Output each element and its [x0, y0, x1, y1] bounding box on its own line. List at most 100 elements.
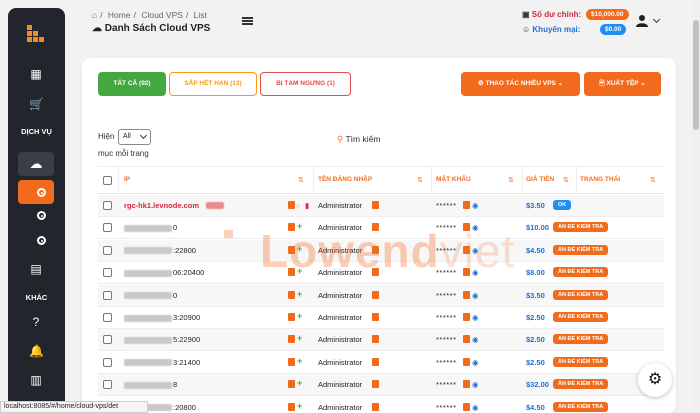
table-row[interactable]: 0 + Administrator ****** ◉ $10.00 ẨN ĐỂ …: [98, 217, 664, 240]
eye-icon[interactable]: ◉: [472, 223, 479, 232]
copy-icon[interactable]: [372, 223, 379, 232]
row-checkbox[interactable]: [103, 290, 112, 300]
select-all-checkbox[interactable]: [103, 176, 112, 185]
hide-icon[interactable]: ◌: [296, 201, 300, 210]
plus-icon[interactable]: +: [297, 289, 302, 299]
eye-icon[interactable]: ◉: [472, 291, 479, 300]
row-checkbox[interactable]: [103, 380, 112, 390]
copy-icon[interactable]: [288, 223, 295, 232]
settings-gear-icon[interactable]: ⚙: [638, 363, 672, 397]
ip-cell[interactable]: 0: [124, 223, 177, 232]
tab-expiring[interactable]: SẮP HẾT HẠN (13): [169, 72, 257, 96]
table-row[interactable]: 5:22900 + Administrator ****** ◉ $2.50 Ẩ…: [98, 329, 664, 352]
ip-cell[interactable]: 5:22900: [124, 335, 200, 344]
col-status[interactable]: TRẠNG THÁI: [580, 176, 620, 183]
copy-icon[interactable]: [372, 335, 379, 344]
plus-icon[interactable]: +: [297, 266, 302, 276]
table-row[interactable]: 8 + Administrator ****** ◉ $32.00 ẨN ĐỂ …: [98, 374, 664, 397]
search-box[interactable]: ⚲ Tìm kiếm: [337, 134, 380, 145]
table-row[interactable]: 3:20900 + Administrator ****** ◉ $2.50 Ẩ…: [98, 307, 664, 329]
eye-icon[interactable]: ◉: [472, 246, 479, 255]
row-checkbox[interactable]: [103, 357, 112, 367]
ip-link[interactable]: rgc-hk1.levnode.com: [124, 201, 199, 210]
copy-icon[interactable]: [463, 402, 470, 411]
copy-icon[interactable]: [288, 357, 295, 366]
tab-all[interactable]: TẤT CẢ (92): [98, 72, 166, 96]
sidebar-subitem-2[interactable]: [37, 211, 46, 220]
copy-icon[interactable]: [372, 268, 379, 277]
sort-icon[interactable]: ⇅: [508, 176, 514, 184]
sort-icon[interactable]: ⇅: [563, 176, 569, 184]
copy-icon[interactable]: [288, 380, 295, 389]
eye-icon[interactable]: ◉: [472, 268, 479, 277]
plus-icon[interactable]: +: [297, 378, 302, 388]
page-size-select[interactable]: All: [118, 129, 151, 145]
col-price[interactable]: GIÁ TIỀN: [526, 176, 554, 183]
ip-cell[interactable]: 8: [124, 380, 177, 389]
plus-icon[interactable]: +: [297, 311, 302, 321]
breadcrumb-cloud-vps[interactable]: Cloud VPS: [141, 10, 183, 20]
ip-cell[interactable]: :22800: [124, 246, 196, 255]
ip-cell[interactable]: 0: [124, 291, 177, 300]
col-username[interactable]: TÊN ĐĂNG NHẬP: [318, 176, 372, 183]
copy-icon[interactable]: [463, 357, 470, 366]
copy-icon[interactable]: [372, 380, 379, 389]
copy-icon[interactable]: [463, 223, 470, 232]
dashboard-icon[interactable]: ▦: [29, 67, 43, 81]
tab-suspended[interactable]: BỊ TẠM NGƯNG (1): [260, 72, 351, 96]
row-checkbox[interactable]: [103, 245, 112, 255]
row-checkbox[interactable]: [103, 268, 112, 278]
bulk-actions-button[interactable]: ⚙ THAO TÁC NHIỀU VPS ⌄: [461, 72, 580, 96]
table-row[interactable]: 0 + Administrator ****** ◉ $3.50 ẨN ĐỂ K…: [98, 284, 664, 307]
ip-cell[interactable]: 3:21400: [124, 358, 200, 367]
plus-icon[interactable]: +: [297, 221, 302, 231]
copy-icon[interactable]: [288, 402, 295, 411]
eye-icon[interactable]: ◉: [472, 335, 479, 344]
help-icon[interactable]: ?: [29, 315, 43, 329]
export-button[interactable]: 🖹 XUẤT TỆP ⌄: [584, 72, 661, 96]
chevron-down-icon[interactable]: [652, 15, 661, 24]
calendar-icon[interactable]: ▥: [29, 373, 43, 387]
col-ip[interactable]: IP: [124, 176, 130, 183]
row-checkbox[interactable]: [103, 335, 112, 345]
row-checkbox[interactable]: [103, 313, 112, 322]
copy-icon[interactable]: [288, 201, 295, 209]
copy-icon[interactable]: [463, 313, 470, 321]
plus-icon[interactable]: +: [297, 356, 302, 366]
table-row[interactable]: rgc-hk1.levnode.com ◌ ▮ Administrator ***…: [98, 195, 664, 217]
eye-icon[interactable]: ◉: [472, 313, 479, 322]
bell-icon[interactable]: 🔔: [29, 344, 44, 358]
trash-icon[interactable]: ▮: [305, 201, 309, 210]
sidebar-subitem-3[interactable]: [37, 236, 46, 245]
copy-icon[interactable]: [372, 357, 379, 366]
row-checkbox[interactable]: [103, 201, 112, 210]
copy-icon[interactable]: [372, 245, 379, 254]
table-row[interactable]: :22800 + Administrator ****** ◉ $4.50 ẨN…: [98, 239, 664, 262]
table-row[interactable]: :20800 + Administrator ****** ◉ $4.50 ẨN…: [98, 397, 664, 413]
ip-cell[interactable]: 06:20400: [124, 268, 204, 277]
copy-icon[interactable]: [463, 335, 470, 344]
col-password[interactable]: MẬT KHẨU: [436, 176, 471, 183]
copy-icon[interactable]: [372, 201, 379, 209]
eye-icon[interactable]: ◉: [472, 380, 479, 389]
copy-icon[interactable]: [372, 313, 379, 321]
eye-icon[interactable]: ◉: [472, 403, 479, 412]
server-icon[interactable]: ▤: [29, 262, 43, 276]
copy-icon[interactable]: [288, 268, 295, 277]
scrollbar[interactable]: [692, 0, 700, 413]
menu-toggle-icon[interactable]: [242, 17, 253, 25]
table-row[interactable]: 3:21400 + Administrator ****** ◉ $2.50 Ẩ…: [98, 352, 664, 374]
copy-icon[interactable]: [463, 201, 470, 209]
copy-icon[interactable]: [463, 245, 470, 254]
ip-cell[interactable]: 3:20900: [124, 313, 200, 322]
avatar[interactable]: [636, 14, 648, 27]
table-row[interactable]: 06:20400 + Administrator ****** ◉ $8.00 …: [98, 262, 664, 285]
plus-icon[interactable]: +: [297, 333, 302, 343]
copy-icon[interactable]: [288, 313, 295, 321]
eye-icon[interactable]: ◉: [472, 358, 479, 367]
copy-icon[interactable]: [372, 402, 379, 411]
breadcrumb-home[interactable]: Home: [108, 10, 131, 20]
copy-icon[interactable]: [288, 290, 295, 299]
copy-icon[interactable]: [463, 290, 470, 299]
row-checkbox[interactable]: [103, 223, 112, 233]
